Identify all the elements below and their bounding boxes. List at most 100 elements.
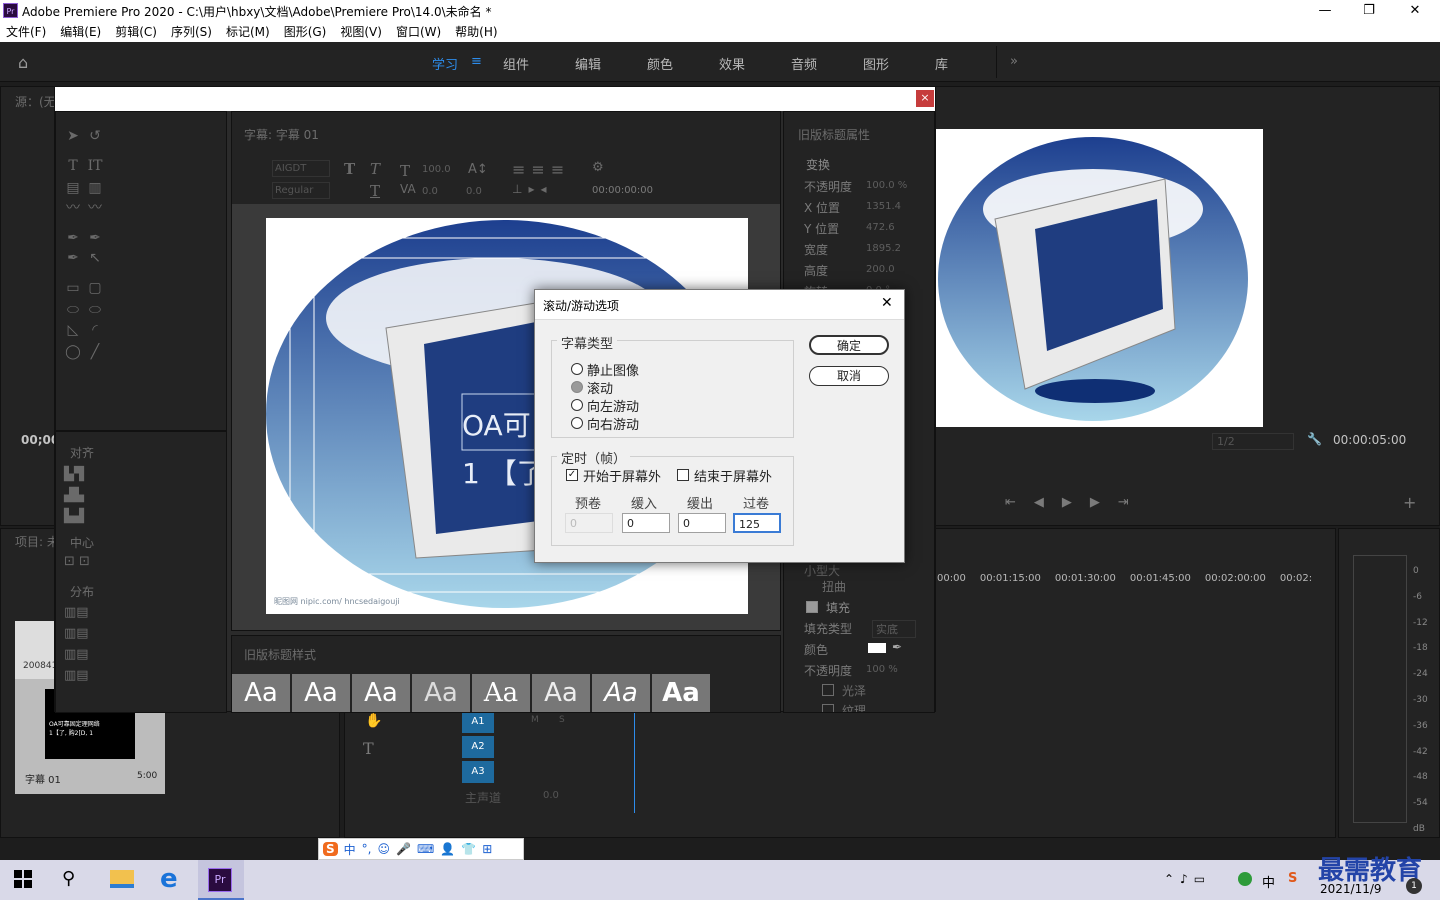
center-buttons[interactable]: ⊡ ⊡ bbox=[64, 554, 90, 569]
font-style-select[interactable]: Regular bbox=[272, 182, 330, 199]
style-swatch[interactable]: Aa bbox=[232, 674, 290, 712]
workspace-tab-graphics[interactable]: 图形 bbox=[863, 54, 889, 73]
tray-icons[interactable]: ⌃♪▭ bbox=[1164, 872, 1211, 886]
sheen-checkbox[interactable] bbox=[822, 684, 834, 696]
canvas-text-line2[interactable]: 1 【了 bbox=[462, 452, 545, 492]
add-button-icon[interactable]: + bbox=[1403, 493, 1416, 512]
ellipse-tool-icon[interactable]: ◯ bbox=[64, 344, 82, 360]
menu-file[interactable]: 文件(F) bbox=[6, 22, 46, 42]
close-button[interactable]: ✕ bbox=[1392, 0, 1438, 22]
menu-sequence[interactable]: 序列(S) bbox=[171, 22, 212, 42]
mute-button[interactable]: M bbox=[531, 715, 539, 725]
rounded-corner-tool-icon[interactable]: ⬭ bbox=[86, 302, 104, 318]
home-icon[interactable]: ⌂ bbox=[18, 53, 28, 72]
title-designer-tab[interactable]: 字幕: 字幕 01 bbox=[244, 126, 319, 143]
rounded-rectangle-tool-icon[interactable]: ▢ bbox=[86, 280, 104, 296]
delete-anchor-tool-icon[interactable]: ✒ bbox=[86, 230, 104, 246]
distort-section[interactable]: 扭曲 bbox=[822, 578, 846, 595]
style-swatch[interactable]: Aa bbox=[652, 674, 710, 712]
track-a1[interactable]: A1 bbox=[462, 711, 494, 733]
start-offscreen-checkbox[interactable]: ✓ bbox=[566, 469, 578, 481]
sogou-icon[interactable]: S bbox=[323, 842, 338, 856]
leading-value[interactable]: 0.0 bbox=[466, 186, 482, 197]
ime-voice-icon[interactable]: 🎤 bbox=[396, 842, 411, 856]
dialog-close-button[interactable]: ✕ bbox=[881, 295, 893, 311]
project-panel-title[interactable]: 项目: 未 bbox=[15, 533, 59, 550]
timeline-ruler[interactable]: 00:00 00:01:15:00 00:01:30:00 00:01:45:0… bbox=[937, 573, 1327, 593]
workspace-tab-assembly[interactable]: 组件 bbox=[503, 54, 529, 73]
prop-value[interactable]: 100.0 % bbox=[866, 180, 907, 191]
arc-tool-icon[interactable]: ◜ bbox=[86, 322, 104, 338]
align-buttons[interactable]: ▙▜ ▟▙ ▙▟ bbox=[64, 464, 84, 527]
type-tool-icon[interactable]: T bbox=[363, 739, 374, 758]
legacy-title-close-button[interactable]: × bbox=[916, 90, 934, 107]
master-track-value[interactable]: 0.0 bbox=[543, 790, 559, 801]
radio-still[interactable] bbox=[571, 363, 583, 375]
radio-crawl-left[interactable] bbox=[571, 399, 583, 411]
transform-section[interactable]: 变换 bbox=[806, 156, 830, 173]
transport-controls[interactable]: ⇤◀▶▶⇥ bbox=[1005, 495, 1147, 510]
solo-button[interactable]: S bbox=[559, 715, 565, 725]
vertical-path-type-tool-icon[interactable]: 〰 bbox=[86, 200, 104, 216]
fill-section[interactable]: 填充 bbox=[826, 599, 850, 616]
workspace-tab-effects[interactable]: 效果 bbox=[719, 54, 745, 73]
rotation-tool-icon[interactable]: ↺ bbox=[86, 128, 104, 144]
postroll-input[interactable]: 125 bbox=[733, 513, 781, 533]
distribute-buttons[interactable]: ▥▤ ▥▤ ▥▤ ▥▤ bbox=[64, 602, 89, 686]
fill-checkbox[interactable] bbox=[806, 601, 818, 613]
style-swatch[interactable]: Aa bbox=[592, 674, 650, 712]
track-a2[interactable]: A2 bbox=[462, 736, 494, 758]
source-panel-title[interactable]: 源：(无 bbox=[15, 93, 55, 110]
prop-value[interactable]: 472.6 bbox=[866, 222, 895, 233]
prop-value[interactable]: 1895.2 bbox=[866, 243, 901, 254]
ime-emoji-icon[interactable]: ☺ bbox=[378, 842, 391, 856]
ease-in-input[interactable]: 0 bbox=[622, 513, 670, 533]
vertical-area-type-tool-icon[interactable]: ▥ bbox=[86, 180, 104, 196]
style-swatch[interactable]: Aa bbox=[352, 674, 410, 712]
text-align-buttons[interactable]: ≡≡≡ bbox=[512, 160, 570, 179]
style-swatch[interactable]: Aa bbox=[532, 674, 590, 712]
ease-out-input[interactable]: 0 bbox=[678, 513, 726, 533]
zoom-select[interactable]: 1/2 bbox=[1212, 433, 1294, 450]
tab-stop-buttons[interactable]: ⊥▸◂ bbox=[512, 182, 553, 196]
kerning-value[interactable]: 0.0 bbox=[422, 186, 438, 197]
pen-tool-icon[interactable]: ✒ bbox=[64, 230, 82, 246]
path-type-tool-icon[interactable]: 〰 bbox=[64, 200, 82, 216]
ok-button[interactable]: 确定 bbox=[809, 335, 889, 355]
workspace-overflow-icon[interactable]: » bbox=[1010, 54, 1018, 69]
menu-clip[interactable]: 剪辑(C) bbox=[115, 22, 157, 42]
area-type-tool-icon[interactable]: ▤ bbox=[64, 180, 82, 196]
style-swatch[interactable]: Aa bbox=[472, 674, 530, 712]
menu-edit[interactable]: 编辑(E) bbox=[60, 22, 101, 42]
track-a3[interactable]: A3 bbox=[462, 761, 494, 783]
canvas-text-line1[interactable]: OA可 bbox=[462, 404, 531, 444]
hand-tool-icon[interactable]: ✋ bbox=[365, 713, 382, 729]
preroll-input[interactable]: 0 bbox=[565, 513, 613, 533]
font-size-value[interactable]: 100.0 bbox=[422, 164, 451, 175]
menu-help[interactable]: 帮助(H) bbox=[455, 22, 497, 42]
fill-type-select[interactable]: 实底 bbox=[872, 620, 916, 638]
tray-security-icon[interactable] bbox=[1238, 872, 1252, 886]
type-tool-icon[interactable]: T bbox=[64, 158, 82, 174]
menu-window[interactable]: 窗口(W) bbox=[396, 22, 441, 42]
ime-punct-icon[interactable]: °, bbox=[362, 842, 372, 856]
convert-anchor-tool-icon[interactable]: ↖ bbox=[86, 250, 104, 266]
wedge-tool-icon[interactable]: ◺ bbox=[64, 322, 82, 338]
font-family-select[interactable]: AIGDT bbox=[272, 160, 330, 177]
edge-icon[interactable]: e bbox=[160, 864, 178, 894]
workspace-tab-color[interactable]: 颜色 bbox=[647, 54, 673, 73]
italic-icon[interactable]: T bbox=[370, 160, 380, 178]
minimize-button[interactable]: — bbox=[1302, 0, 1348, 22]
file-explorer-icon[interactable] bbox=[110, 870, 134, 888]
windows-start-icon[interactable] bbox=[14, 870, 32, 888]
underline-icon[interactable]: T bbox=[370, 182, 380, 200]
workspace-tab-editing[interactable]: 编辑 bbox=[575, 54, 601, 73]
ime-user-icon[interactable]: 👤 bbox=[440, 842, 455, 856]
prop-value[interactable]: 1351.4 bbox=[866, 201, 901, 212]
ime-skin-icon[interactable]: 👕 bbox=[461, 842, 476, 856]
fill-opacity-value[interactable]: 100 % bbox=[866, 664, 898, 675]
notification-badge[interactable]: 1 bbox=[1406, 878, 1422, 894]
menu-view[interactable]: 视图(V) bbox=[340, 22, 382, 42]
rectangle-tool-icon[interactable]: ▭ bbox=[64, 280, 82, 296]
selection-tool-icon[interactable]: ➤ bbox=[64, 128, 82, 144]
